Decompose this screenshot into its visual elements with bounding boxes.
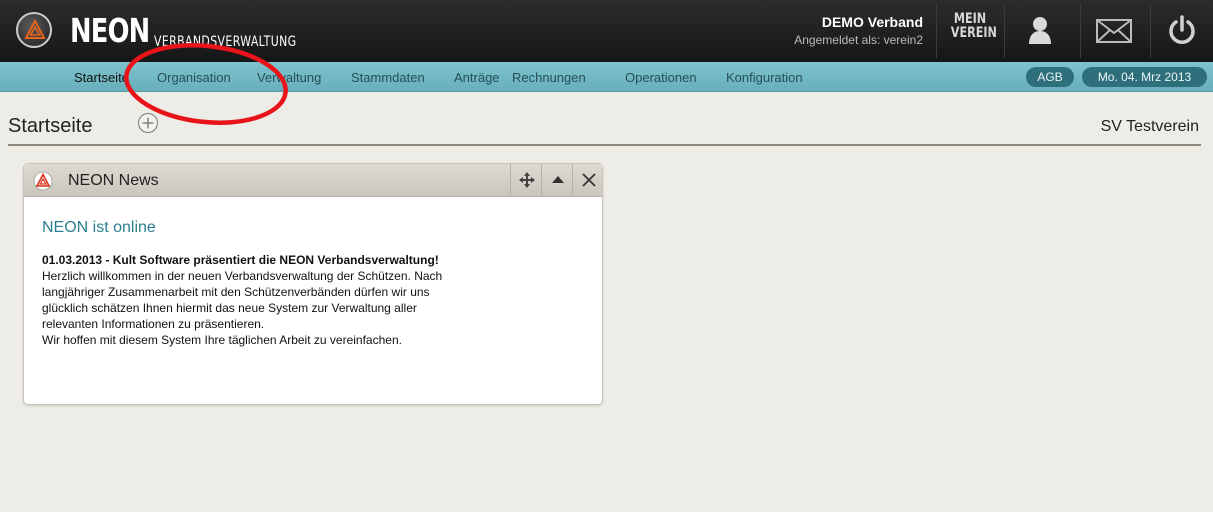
news-line: Wir hoffen mit diesem System Ihre täglic… xyxy=(42,333,402,347)
date-badge: Mo. 04. Mrz 2013 xyxy=(1082,67,1207,87)
news-heading: NEON ist online xyxy=(42,219,156,236)
move-icon[interactable] xyxy=(510,164,541,197)
widget-title: NEON News xyxy=(68,172,159,189)
annotation-ellipse xyxy=(124,43,288,125)
nav-item-stammdaten[interactable]: Stammdaten xyxy=(351,70,425,85)
nav-item-antraege[interactable]: Anträge xyxy=(454,70,500,85)
neon-logo-icon xyxy=(33,171,53,196)
widget-header: NEON News xyxy=(24,164,602,197)
mein-verein-label-line1: MEIN xyxy=(953,11,987,27)
page-title: Startseite xyxy=(8,115,93,137)
news-line: glücklich schätzen Ihnen hiermit das neu… xyxy=(42,301,417,315)
login-info: Angemeldet als: verein2 xyxy=(794,33,923,47)
organization-name: DEMO Verband xyxy=(821,14,923,30)
title-divider xyxy=(8,144,1201,146)
news-headline: 01.03.2013 - Kult Software präsentiert d… xyxy=(42,253,439,267)
agb-link[interactable]: AGB xyxy=(1026,67,1074,87)
mein-verein-button[interactable]: MEIN VEREIN xyxy=(950,11,997,41)
mail-icon[interactable] xyxy=(1096,18,1132,49)
news-body: 01.03.2013 - Kult Software präsentiert d… xyxy=(42,252,582,348)
header-divider xyxy=(1080,4,1081,58)
news-line: langjähriger Zusammenarbeit mit den Schü… xyxy=(42,285,430,299)
collapse-icon[interactable] xyxy=(541,164,572,197)
user-icon[interactable] xyxy=(1024,14,1056,51)
header-divider xyxy=(1004,4,1005,58)
news-line: relevanten Informationen zu präsentieren… xyxy=(42,317,265,331)
news-line: Herzlich willkommen in der neuen Verband… xyxy=(42,269,443,283)
neon-logo-icon[interactable] xyxy=(16,12,52,48)
nav-item-konfiguration[interactable]: Konfiguration xyxy=(726,70,803,85)
nav-item-operationen[interactable]: Operationen xyxy=(625,70,697,85)
close-icon[interactable] xyxy=(572,164,602,197)
mein-verein-label-line2: VEREIN xyxy=(950,25,997,41)
header-divider xyxy=(1150,4,1151,58)
club-name: SV Testverein xyxy=(1100,118,1199,135)
header-divider xyxy=(936,4,937,58)
power-icon[interactable] xyxy=(1166,14,1198,51)
nav-item-rechnungen[interactable]: Rechnungen xyxy=(512,70,586,85)
